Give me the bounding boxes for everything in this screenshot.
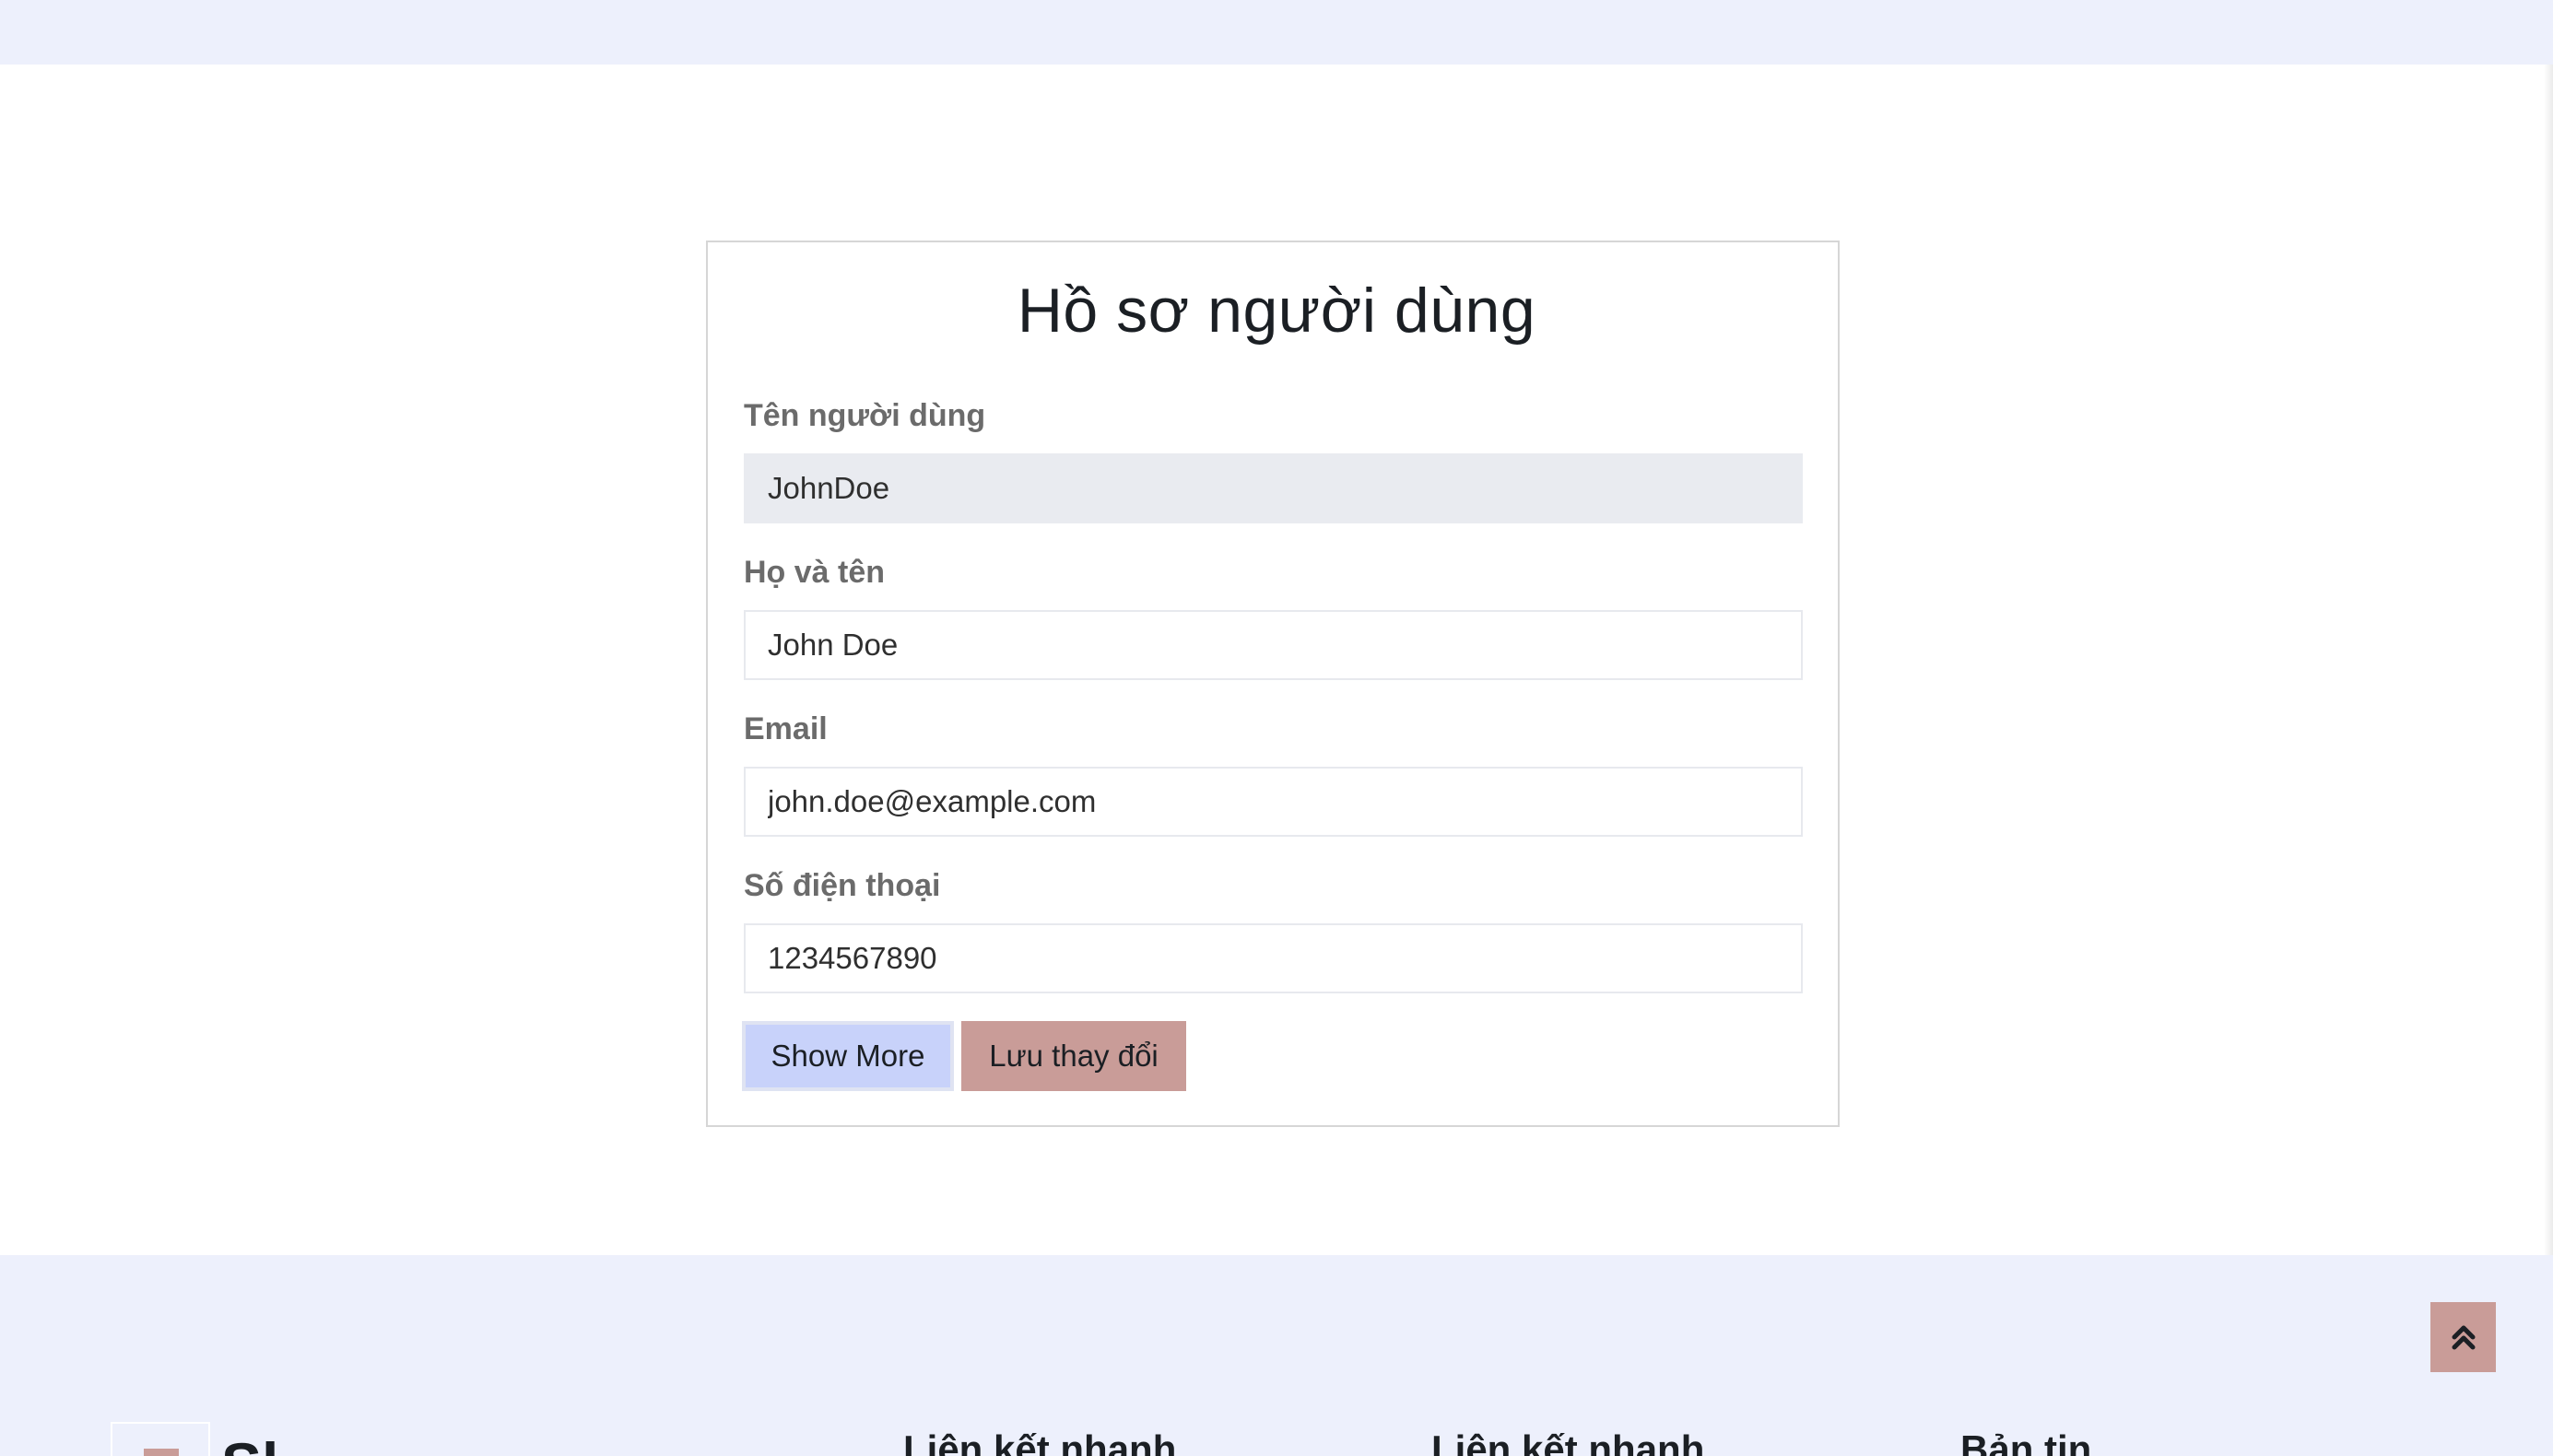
email-label: Email <box>744 711 828 746</box>
footer-heading-newsletter: Bản tin <box>1960 1427 2092 1456</box>
header-band <box>0 0 2553 65</box>
username-field[interactable] <box>744 453 1803 523</box>
back-to-top-button[interactable] <box>2430 1302 2496 1372</box>
phone-label: Số điện thoại <box>744 868 941 903</box>
footer-heading-quick-links: Liên kết nhanh <box>903 1427 1177 1456</box>
footer-heading-quick-links-2: Liên kết nhanh <box>1431 1427 1705 1456</box>
profile-card <box>706 241 1840 1127</box>
save-button[interactable]: Lưu thay đổi <box>961 1021 1186 1091</box>
scrollbar-edge <box>2544 65 2553 1255</box>
footer-logo-text: Sl <box>221 1434 278 1456</box>
phone-field[interactable] <box>744 923 1803 993</box>
double-chevron-up-icon <box>2452 1325 2475 1350</box>
username-label: Tên người dùng <box>744 398 986 433</box>
page-title: Hồ sơ người dùng <box>1017 276 1536 346</box>
footer-logo-mark <box>144 1449 179 1456</box>
show-more-button[interactable]: Show More <box>742 1021 954 1091</box>
fullname-label: Họ và tên <box>744 555 886 590</box>
email-field[interactable] <box>744 767 1803 837</box>
footer <box>0 1255 2553 1456</box>
fullname-field[interactable] <box>744 610 1803 680</box>
page: Hồ sơ người dùng Tên người dùng Họ và tê… <box>0 0 2553 1456</box>
